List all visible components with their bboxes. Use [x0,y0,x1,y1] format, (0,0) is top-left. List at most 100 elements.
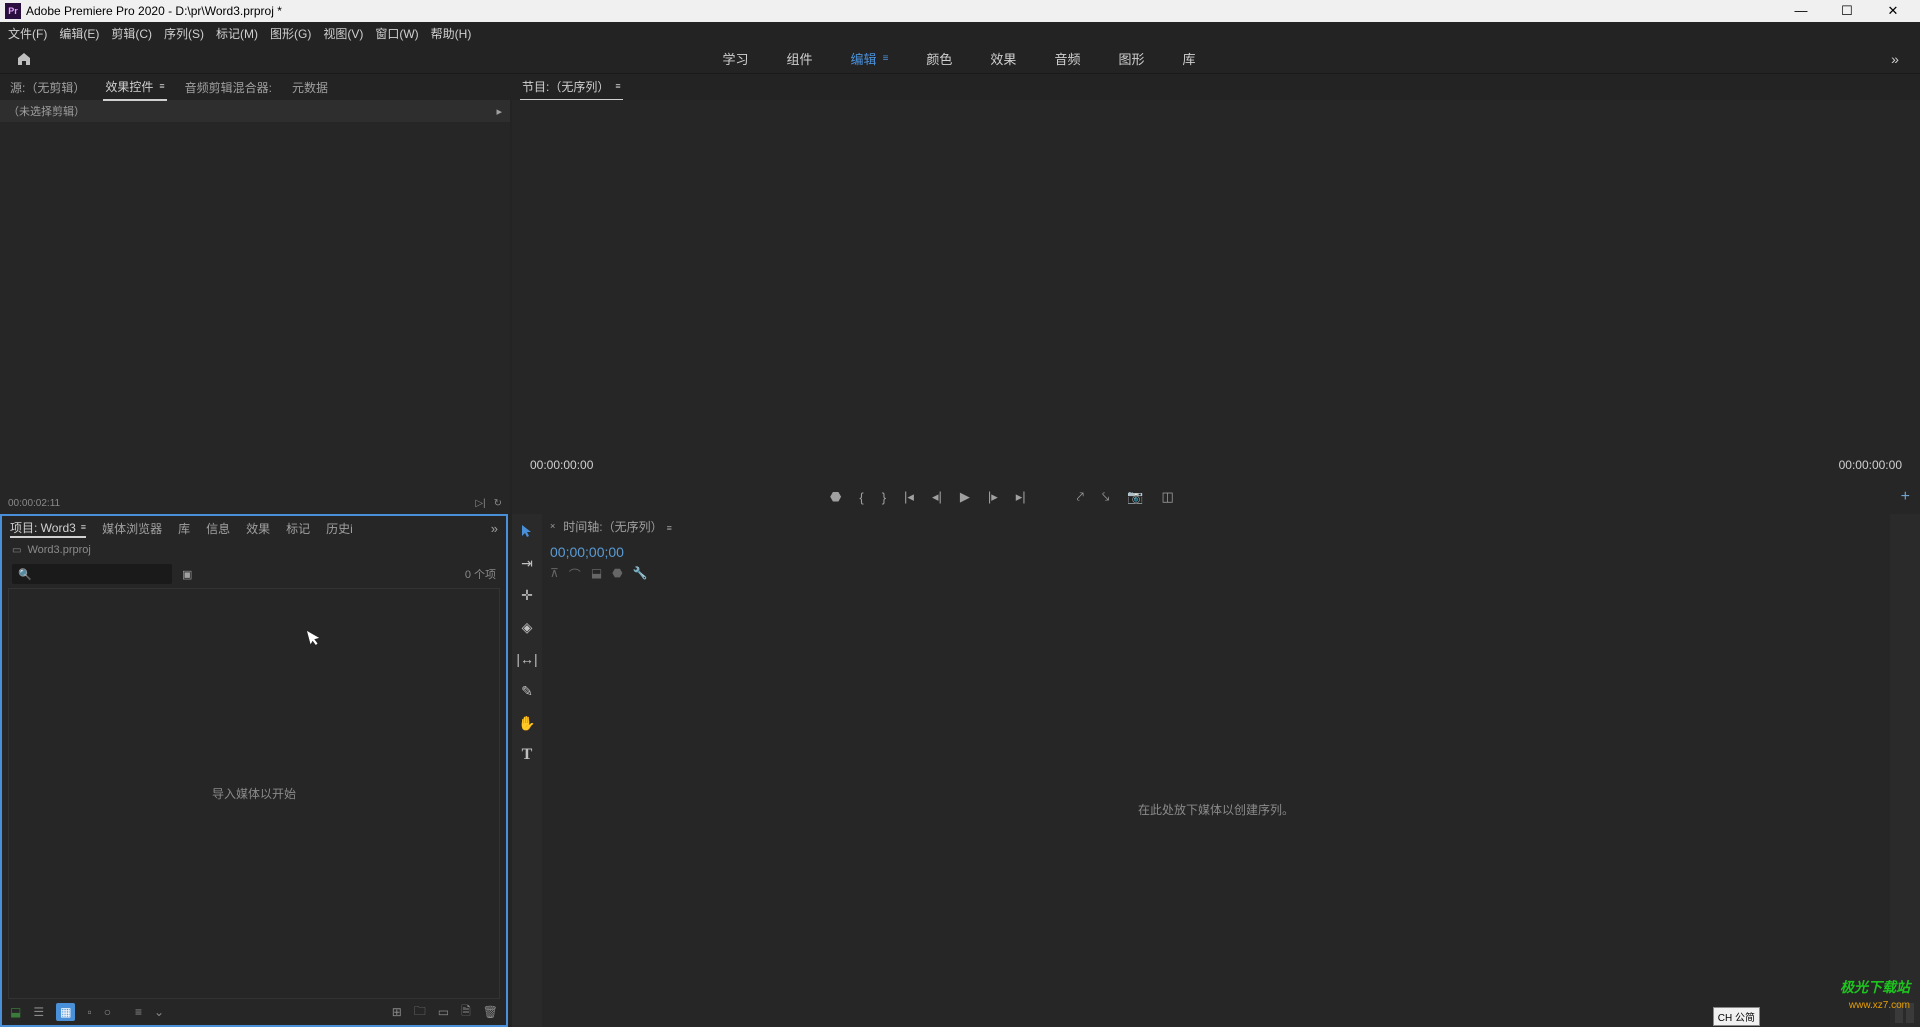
program-monitor-panel: 节目:（无序列）≡ 00:00:00:00 00:00:00:00 ⬣ { } … [512,74,1920,514]
window-title: Adobe Premiere Pro 2020 - D:\pr\Word3.pr… [26,4,282,18]
tab-metadata[interactable]: 元数据 [290,75,330,100]
project-search[interactable]: 🔍 [12,564,172,584]
audio-meters[interactable] [1890,514,1920,1027]
play-icon[interactable]: ▶ [960,489,970,505]
icon-view-button[interactable]: ▦ [56,1003,75,1021]
list-view-icon[interactable]: ☰ [33,1005,44,1019]
tab-effects[interactable]: 效果 [246,520,270,537]
workspace-libraries[interactable]: 库 [1178,47,1199,70]
menu-edit[interactable]: 编辑(E) [59,25,99,42]
button-editor-icon[interactable]: + [1901,488,1910,506]
linked-selection-icon[interactable]: ⌒ [569,566,581,583]
search-input[interactable] [37,568,166,580]
track-select-tool[interactable]: ⇥ [516,552,538,574]
new-bin-icon[interactable]: ▭ [438,1005,449,1019]
razor-tool[interactable]: ◈ [516,616,538,638]
delete-icon[interactable]: 🗑 [483,1005,498,1019]
menu-graphics[interactable]: 图形(G) [270,25,311,42]
tab-audio-clip-mixer[interactable]: 音频剪辑混合器: [183,75,274,100]
workspace-assembly[interactable]: 组件 [783,47,817,70]
mark-in-icon[interactable]: { [859,490,863,505]
effect-controls-body [2,124,508,490]
menu-clip[interactable]: 剪辑(C) [111,25,152,42]
project-tabs-more[interactable]: » [491,521,498,536]
tab-info[interactable]: 信息 [206,520,230,537]
source-timecode[interactable]: 00:00:02:11 [8,498,60,509]
snap-icon[interactable]: ⊼ [550,566,559,583]
export-frame-icon[interactable]: 📷 [1127,489,1143,505]
ripple-edit-tool[interactable]: ✛ [516,584,538,606]
automate-icon[interactable]: ⊞ [392,1005,402,1019]
extract-icon[interactable]: ⤥ [1102,489,1109,505]
timeline-panel: × 时间轴:（无序列）≡ 00;00;00;00 ⊼ ⌒ ⬓ ⬣ 🔧 在此处放下… [542,514,1890,1027]
tab-media-browser[interactable]: 媒体浏览器 [102,520,162,537]
timeline-timecode[interactable]: 00;00;00;00 [550,542,1882,562]
program-time-current[interactable]: 00:00:00:00 [530,458,593,472]
chevron-down-icon[interactable]: ⌄ [154,1005,164,1019]
tab-effect-controls[interactable]: 效果控件≡ [103,74,166,101]
tab-source[interactable]: 源:（无剪辑） [8,75,87,100]
settings-icon[interactable]: 🔧 [633,566,648,583]
add-marker-icon[interactable]: ⬣ [830,489,841,505]
step-forward-icon[interactable]: |▸ [988,489,998,505]
tab-libraries[interactable]: 库 [178,520,190,537]
menu-help[interactable]: 帮助(H) [431,25,472,42]
project-panel: 项目: Word3≡ 媒体浏览器 库 信息 效果 标记 历史i » ▭ Word… [0,514,508,1027]
menu-markers[interactable]: 标记(M) [216,25,258,42]
zoom-slider-handle[interactable]: ○ [104,1005,111,1019]
tab-project[interactable]: 项目: Word3≡ [10,519,86,538]
comparison-view-icon[interactable]: ◫ [1162,489,1174,505]
sort-icon[interactable]: ≡ [135,1005,142,1019]
playhead-icon[interactable]: ▷| [475,498,485,509]
loop-icon[interactable]: ↻ [494,498,502,509]
maximize-button[interactable]: ☐ [1833,3,1861,19]
home-icon [16,51,32,67]
step-back-icon[interactable]: ◂| [932,489,942,505]
project-bin-area[interactable]: 导入媒体以开始 [8,588,500,999]
menu-window[interactable]: 窗口(W) [375,25,418,42]
program-monitor-viewport[interactable] [512,100,1920,450]
camera-icon[interactable]: ▣ [182,568,192,581]
workspace-more[interactable]: » [1880,51,1910,67]
search-icon: 🔍 [18,568,32,581]
pen-tool[interactable]: ✎ [516,680,538,702]
go-to-out-icon[interactable]: ▸| [1016,489,1026,505]
lift-icon[interactable]: ⤤ [1077,489,1084,505]
cursor-icon [307,628,323,648]
new-item-icon[interactable]: 🗎 [461,1002,471,1023]
caret-right-icon[interactable]: ▸ [496,105,502,118]
menu-file[interactable]: 文件(F) [8,25,47,42]
tab-history[interactable]: 历史i [326,520,353,537]
go-to-in-icon[interactable]: |◂ [904,489,914,505]
add-marker-timeline-icon[interactable]: ⬓ [591,566,602,583]
slip-tool[interactable]: |↔| [516,648,538,670]
selection-tool[interactable] [516,520,538,542]
no-clip-label: （未选择剪辑） [8,103,85,119]
workspace-editing[interactable]: 编辑≡ [847,47,893,70]
minimize-button[interactable]: — [1787,3,1815,19]
workspace-graphics[interactable]: 图形 [1114,47,1148,70]
workspace-color[interactable]: 颜色 [922,47,956,70]
hand-tool[interactable]: ✋ [516,712,538,734]
tab-timeline[interactable]: 时间轴:（无序列）≡ [563,518,672,535]
menu-sequence[interactable]: 序列(S) [164,25,204,42]
marker-timeline-icon[interactable]: ⬣ [612,566,622,583]
timeline-tracks-area[interactable]: 在此处放下媒体以创建序列。 [542,591,1890,1027]
workspace-effects[interactable]: 效果 [986,47,1020,70]
workspace-audio[interactable]: 音频 [1050,47,1084,70]
tab-markers[interactable]: 标记 [286,520,310,537]
find-icon[interactable]: 🗀 [414,1002,426,1023]
type-tool[interactable]: T [516,744,538,766]
close-button[interactable]: ✕ [1879,3,1907,19]
lock-icon[interactable]: ⬓ [10,1005,21,1019]
home-button[interactable] [10,45,38,73]
freeform-view-icon[interactable]: ▫ [87,1005,91,1019]
mark-out-icon[interactable]: } [882,490,886,505]
project-filename: Word3.prproj [27,544,90,556]
tab-program[interactable]: 节目:（无序列）≡ [520,74,623,101]
program-time-duration: 00:00:00:00 [1839,458,1902,472]
workspace-learning[interactable]: 学习 [719,47,753,70]
menu-view[interactable]: 视图(V) [323,25,363,42]
import-hint: 导入媒体以开始 [212,785,296,802]
timeline-close-chevron[interactable]: × [550,521,555,531]
